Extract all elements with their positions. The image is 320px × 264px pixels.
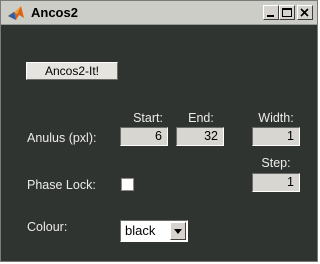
ancos2-it-button[interactable]: Ancos2-It! (26, 62, 118, 80)
anulus-label: Anulus (pxl): (27, 131, 97, 145)
step-input[interactable]: 1 (252, 173, 300, 192)
phase-lock-label: Phase Lock: (27, 178, 96, 192)
colour-selected-value: black (125, 223, 156, 238)
width-header: Width: (258, 111, 294, 125)
matlab-logo-icon (7, 5, 25, 21)
end-header: End: (188, 111, 214, 125)
colour-select[interactable]: black (120, 220, 188, 242)
maximize-button[interactable] (279, 5, 295, 20)
ancos2-window: Ancos2 Ancos2-It! Start: End: Width: Anu… (0, 0, 318, 262)
anulus-start-input[interactable]: 6 (120, 127, 168, 146)
close-button[interactable] (297, 5, 313, 20)
phase-lock-checkbox[interactable] (121, 178, 134, 191)
title-bar[interactable]: Ancos2 (1, 1, 317, 25)
colour-dropdown-button[interactable] (170, 222, 186, 240)
anulus-end-input[interactable]: 32 (176, 127, 224, 146)
anulus-width-input[interactable]: 1 (252, 127, 300, 146)
window-title: Ancos2 (31, 5, 78, 20)
step-label: Step: (261, 156, 291, 170)
colour-label: Colour: (27, 220, 68, 234)
minimize-button[interactable] (263, 5, 279, 20)
start-header: Start: (133, 111, 163, 125)
